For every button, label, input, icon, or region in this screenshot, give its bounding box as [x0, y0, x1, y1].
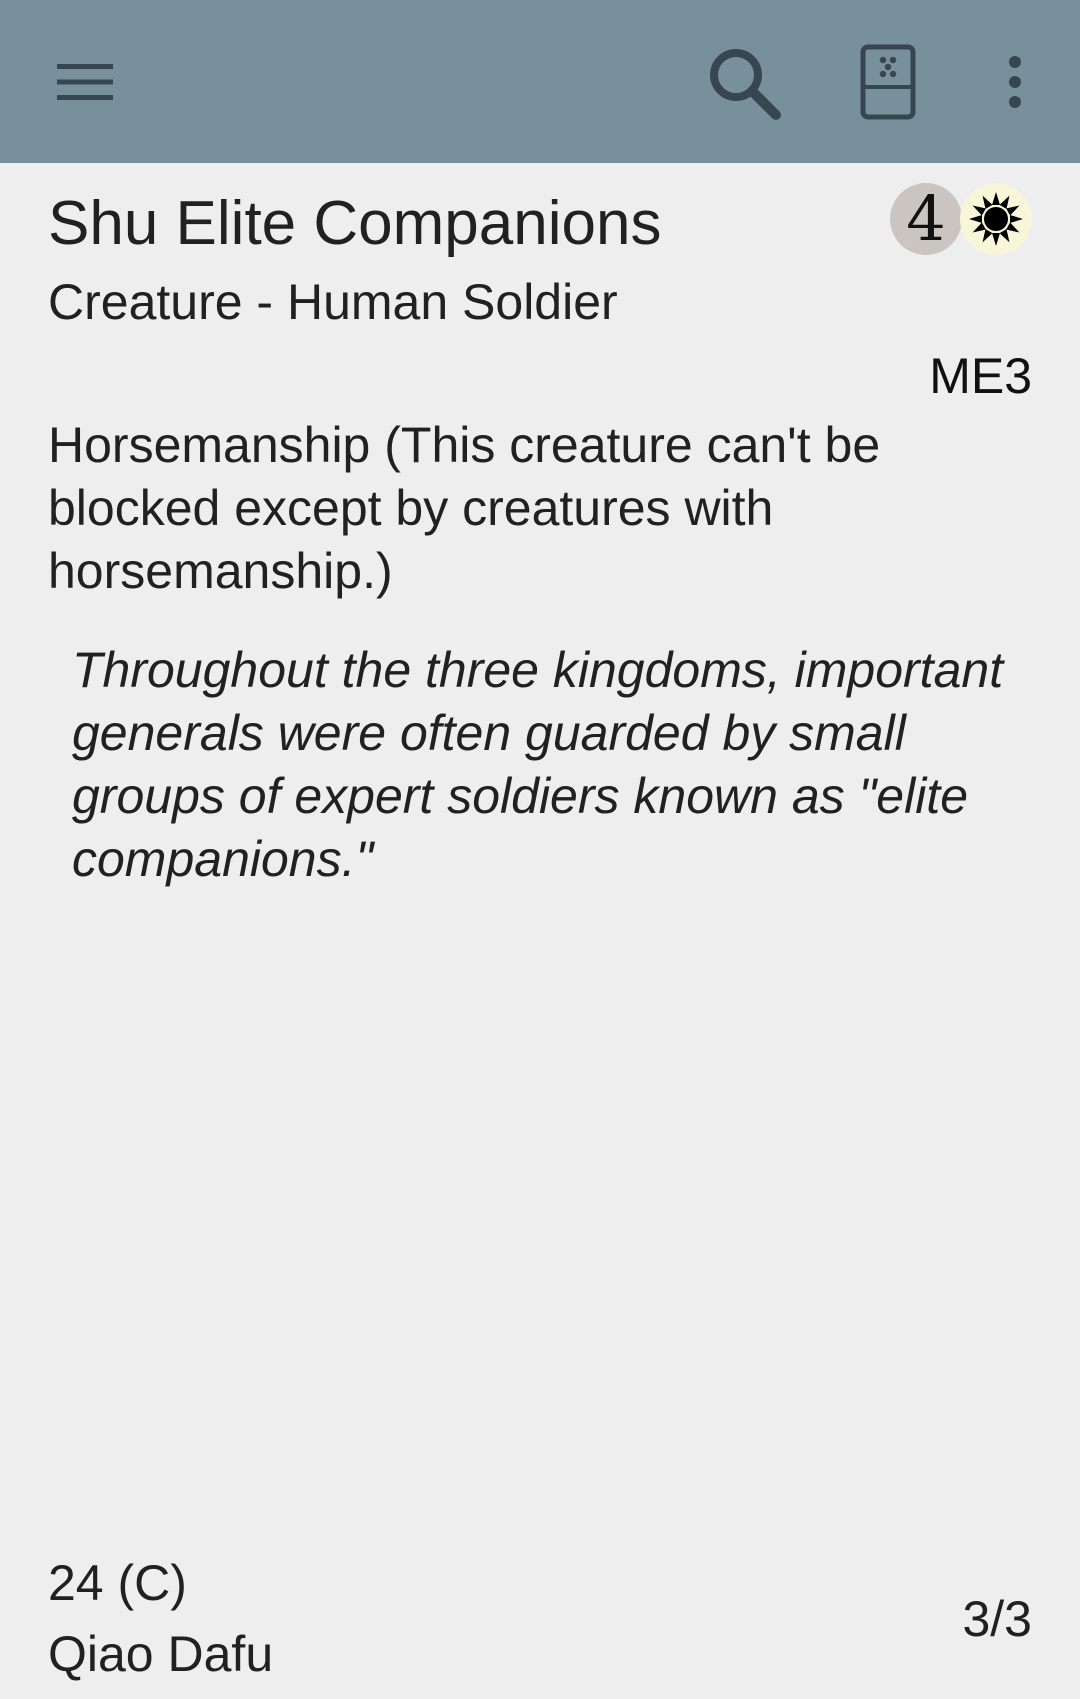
menu-button[interactable]	[40, 0, 130, 163]
app-toolbar	[0, 0, 1080, 163]
flavor-text: Throughout the three kingdoms, important…	[72, 642, 1004, 887]
generic-mana-symbol: 4	[890, 183, 962, 255]
rules-text: Horsemanship (This creature can't be blo…	[48, 417, 881, 599]
white-mana-icon	[960, 183, 1032, 255]
more-options-button[interactable]	[975, 0, 1055, 163]
deck-icon	[860, 44, 916, 119]
card-name: Shu Elite Companions	[48, 189, 662, 258]
search-button[interactable]	[693, 0, 793, 163]
set-code[interactable]: ME3	[929, 345, 1032, 407]
mana-cost: 4	[890, 183, 1032, 255]
deck-button[interactable]	[838, 0, 938, 163]
collector-number: 24 (C)	[48, 1555, 187, 1611]
more-vert-icon	[1009, 55, 1021, 108]
card-type-line: Creature - Human Soldier	[48, 274, 618, 330]
search-icon	[710, 48, 781, 120]
menu-icon	[57, 63, 113, 100]
artist-name[interactable]: Qiao Dafu	[48, 1619, 273, 1689]
power-toughness: 3/3	[962, 1591, 1032, 1647]
